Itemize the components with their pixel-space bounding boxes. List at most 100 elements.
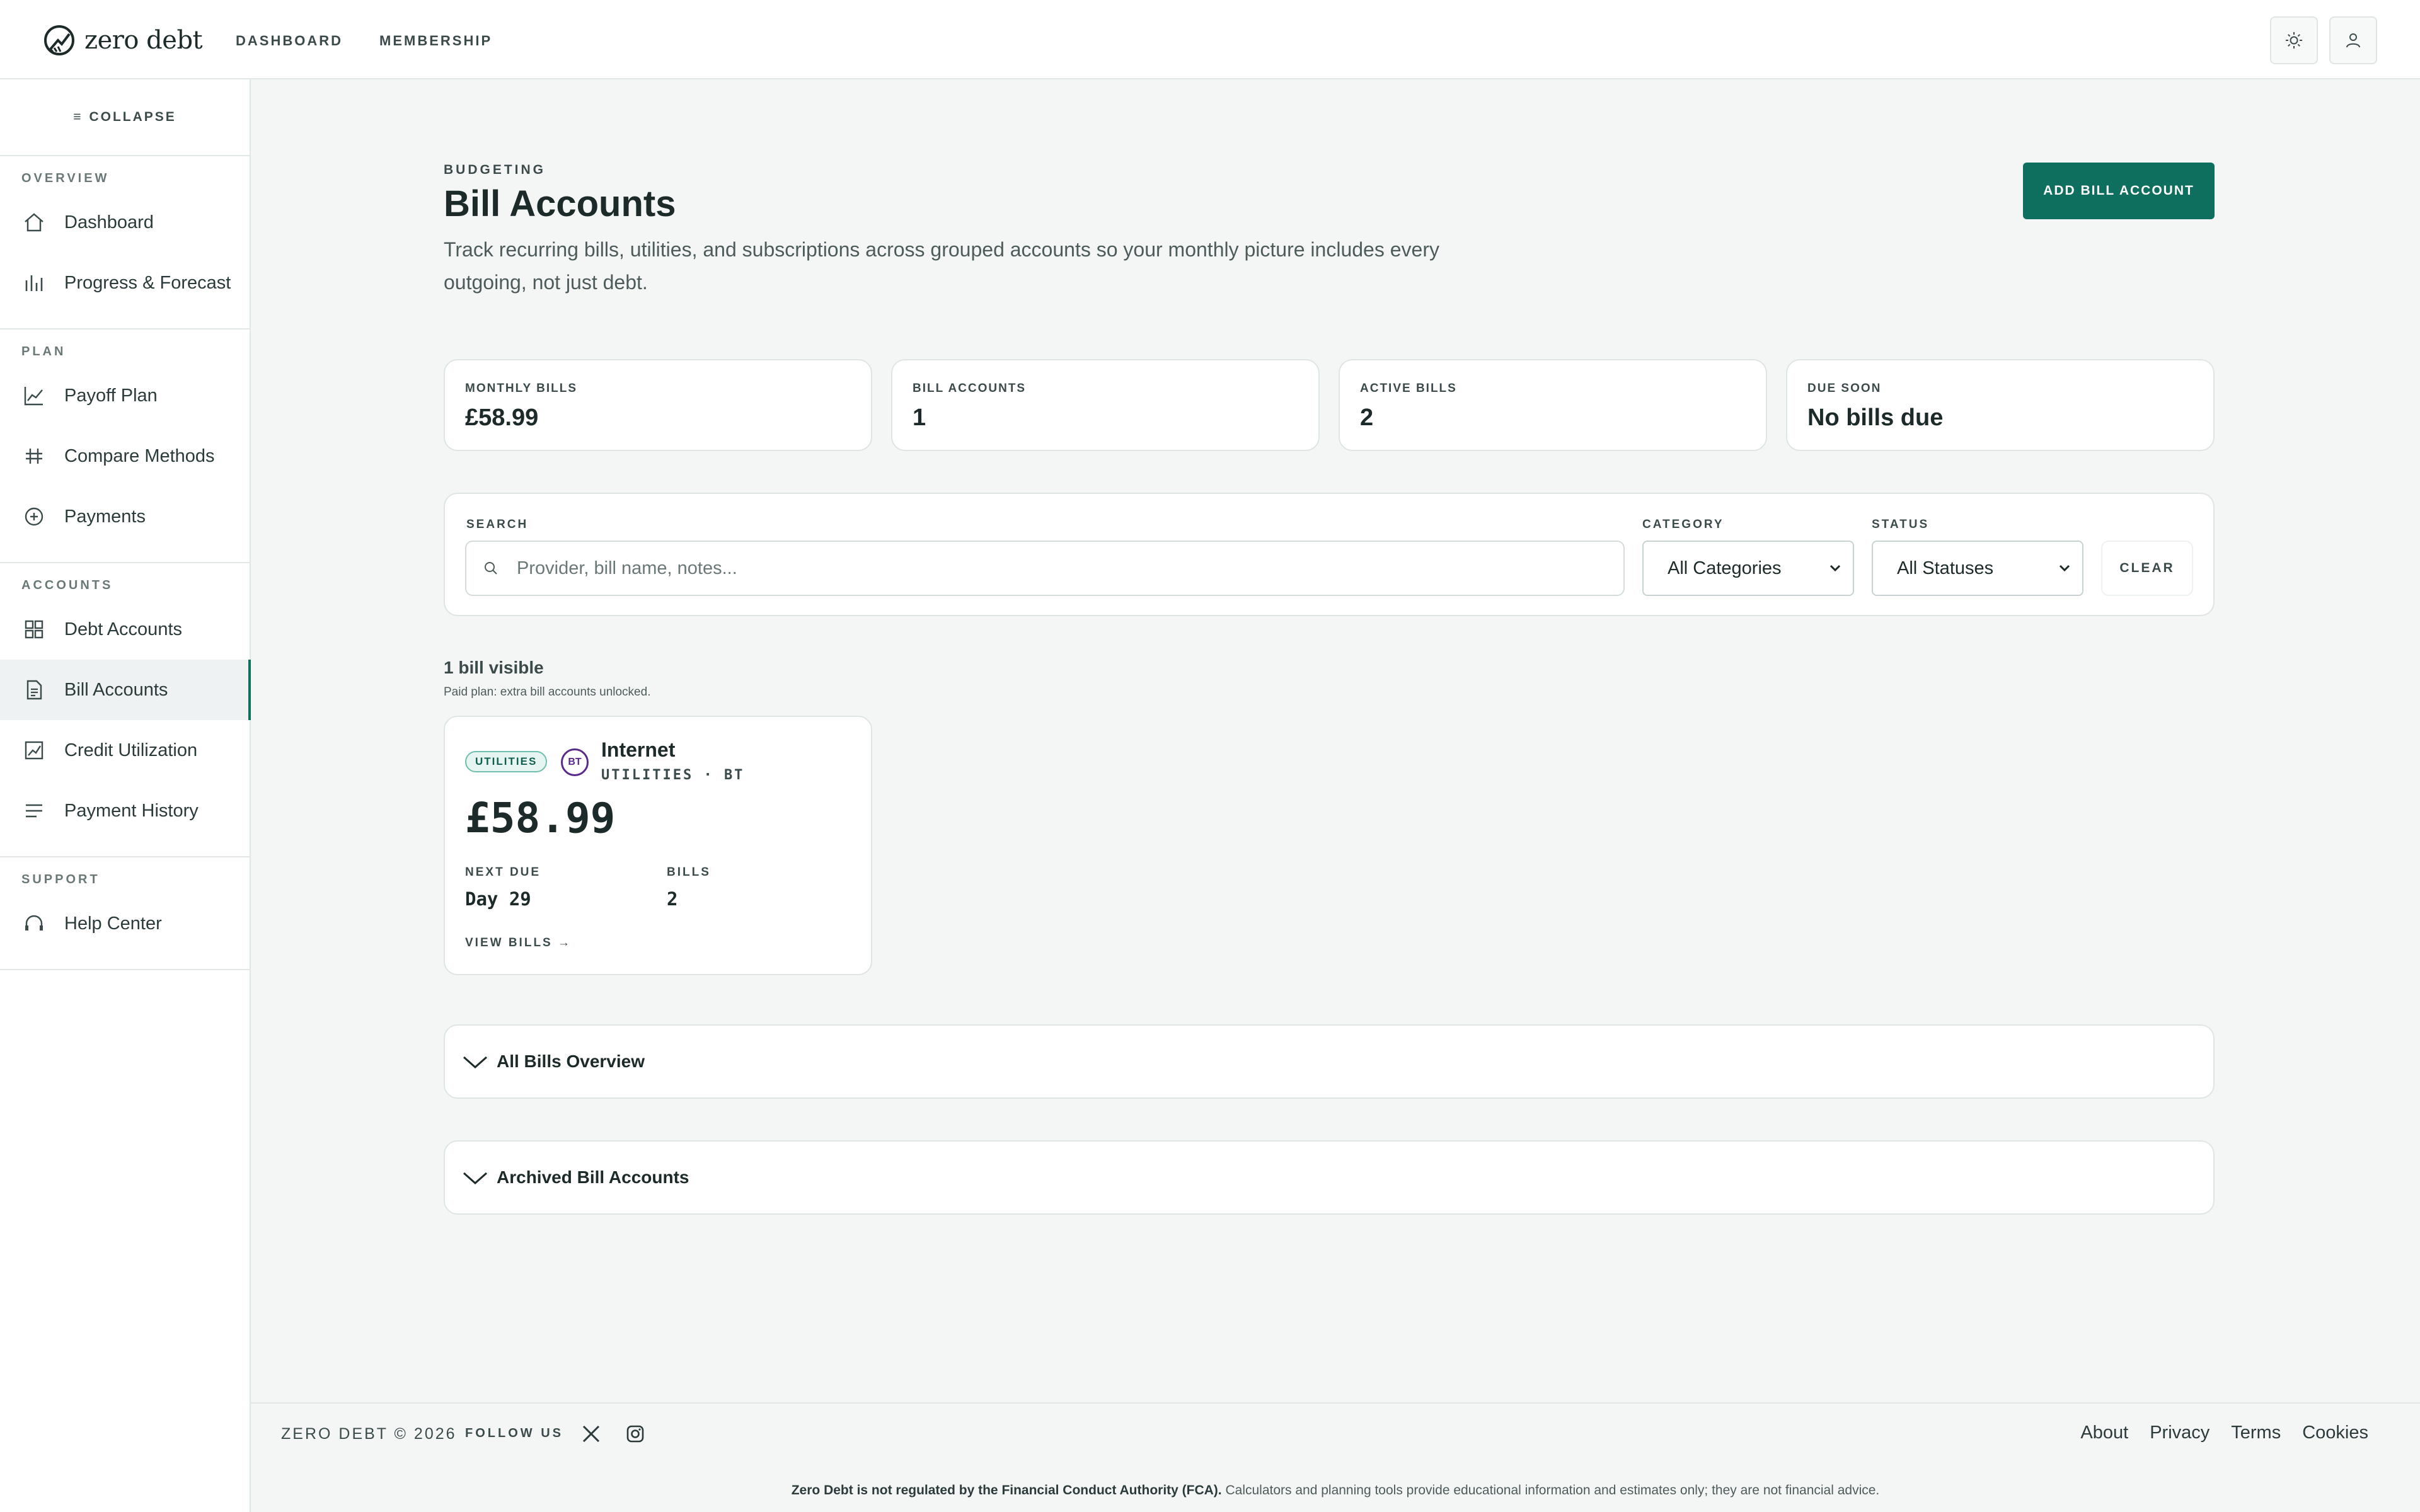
- sidebar-item-debt-accounts[interactable]: Debt Accounts: [0, 599, 250, 660]
- sidebar-group-label: OVERVIEW: [21, 171, 110, 185]
- sidebar-group-overview: OVERVIEW Dashboard Progress & Forecast: [0, 156, 250, 329]
- provider-logo-icon: BT: [561, 748, 589, 776]
- user-menu-button[interactable]: [2329, 16, 2377, 64]
- stat-label: BILL ACCOUNTS: [913, 382, 1027, 395]
- page-title: Bill Accounts: [444, 183, 676, 224]
- plan-note: Paid plan: extra bill accounts unlocked.: [444, 685, 651, 699]
- chevron-down-icon: [463, 1056, 487, 1069]
- sidebar-item-payments[interactable]: Payments: [0, 486, 250, 547]
- logo-mark-icon: [44, 25, 74, 55]
- stat-card-active-bills: ACTIVE BILLS 2: [1339, 359, 1767, 451]
- sidebar-item-label: Payoff Plan: [64, 385, 158, 406]
- stat-value: 2: [1360, 404, 1374, 431]
- clear-filters-button[interactable]: CLEAR: [2101, 541, 2193, 596]
- next-due-value: Day 29: [465, 888, 531, 910]
- plus-circle-icon: [25, 507, 43, 526]
- search-input[interactable]: [517, 558, 1588, 579]
- theme-toggle-button[interactable]: [2270, 16, 2318, 64]
- stat-card-due-soon: DUE SOON No bills due: [1786, 359, 2215, 451]
- footer-link-terms[interactable]: Terms: [2231, 1423, 2281, 1443]
- stat-label: DUE SOON: [1807, 382, 1882, 395]
- bar-chart-icon: [25, 275, 43, 291]
- search-field[interactable]: [465, 541, 1625, 596]
- status-label: STATUS: [1872, 518, 1930, 531]
- sidebar-group-accounts: ACCOUNTS Debt Accounts Bill Accounts Cre…: [0, 563, 251, 857]
- footer: ZERO DEBT © 2026 FOLLOW US About Privacy…: [251, 1402, 2420, 1512]
- footer-link-privacy[interactable]: Privacy: [2150, 1423, 2210, 1443]
- stat-value: £58.99: [465, 404, 539, 431]
- home-icon: [25, 213, 43, 232]
- brand-logo[interactable]: zero debt: [43, 23, 203, 58]
- view-bills-link[interactable]: VIEW BILLS →: [465, 936, 572, 950]
- sidebar-item-label: Debt Accounts: [64, 619, 182, 639]
- disclaimer-text: Calculators and planning tools provide e…: [1221, 1483, 1880, 1498]
- bill-account-card[interactable]: UTILITIES BT Internet UTILITIES · BT £58…: [444, 716, 872, 975]
- footer-link-cookies[interactable]: Cookies: [2302, 1423, 2368, 1443]
- chevron-down-icon: [463, 1172, 487, 1185]
- search-icon: [485, 562, 497, 575]
- footer-link-about[interactable]: About: [2080, 1423, 2128, 1443]
- category-selected-value: All Categories: [1668, 558, 1782, 578]
- sidebar-item-dashboard[interactable]: Dashboard: [0, 192, 250, 253]
- category-label: CATEGORY: [1642, 518, 1724, 531]
- sidebar-item-progress-forecast[interactable]: Progress & Forecast: [0, 253, 250, 313]
- category-select[interactable]: All Categories: [1642, 541, 1854, 596]
- sidebar-item-compare-methods[interactable]: Compare Methods: [0, 426, 250, 486]
- user-icon: [2346, 33, 2360, 48]
- page-description: Track recurring bills, utilities, and su…: [444, 238, 1439, 294]
- chevron-down-icon: [2059, 564, 2070, 572]
- page-eyebrow: BUDGETING: [444, 163, 546, 177]
- archived-bill-accounts-accordion[interactable]: Archived Bill Accounts: [444, 1140, 2215, 1215]
- filter-panel: SEARCH CATEGORY All Categories STATUS Al…: [444, 493, 2215, 616]
- sidebar-item-credit-utilization[interactable]: Credit Utilization: [0, 720, 250, 781]
- sidebar-group-label: SUPPORT: [21, 873, 100, 886]
- accordion-title: Archived Bill Accounts: [497, 1167, 689, 1187]
- sidebar-item-label: Payments: [64, 506, 146, 527]
- sidebar-item-label: Credit Utilization: [64, 740, 198, 760]
- stat-label: ACTIVE BILLS: [1360, 382, 1457, 395]
- sidebar: ≡ COLLAPSE OVERVIEW Dashboard Progress &…: [0, 79, 251, 1512]
- sidebar-group-label: ACCOUNTS: [21, 578, 113, 592]
- accordion-title: All Bills Overview: [497, 1051, 645, 1071]
- sidebar-item-label: Progress & Forecast: [64, 272, 231, 293]
- brand-name: zero debt: [84, 26, 203, 55]
- status-select[interactable]: All Statuses: [1872, 541, 2083, 596]
- footer-links: About Privacy Terms Cookies: [2080, 1423, 2368, 1443]
- bill-account-subtitle: UTILITIES · BT: [601, 767, 745, 783]
- x-icon[interactable]: [580, 1423, 602, 1445]
- sidebar-item-label: Help Center: [64, 913, 162, 934]
- chevron-down-icon: [1829, 564, 1841, 572]
- collapse-label: COLLAPSE: [89, 110, 176, 124]
- stat-value: No bills due: [1807, 404, 1944, 431]
- follow-us-label: FOLLOW US: [465, 1426, 563, 1440]
- sidebar-item-bill-accounts[interactable]: Bill Accounts: [0, 660, 251, 720]
- regulatory-disclaimer: Zero Debt is not regulated by the Financ…: [251, 1483, 2420, 1498]
- line-chart-icon: [24, 387, 43, 406]
- document-icon: [26, 680, 42, 700]
- instagram-icon[interactable]: [624, 1423, 647, 1445]
- results-count: 1 bill visible: [444, 658, 544, 677]
- topnav-membership[interactable]: MEMBERSHIP: [379, 33, 492, 49]
- stat-value: 1: [913, 404, 926, 431]
- search-label: SEARCH: [466, 518, 529, 531]
- next-due-label: NEXT DUE: [465, 866, 541, 879]
- add-bill-account-button[interactable]: ADD BILL ACCOUNT: [2023, 163, 2215, 219]
- disclaimer-bold: Zero Debt is not regulated by the Financ…: [791, 1483, 1222, 1498]
- bills-value: 2: [667, 888, 678, 910]
- menu-icon: ≡: [73, 110, 83, 124]
- headset-icon: [25, 915, 43, 931]
- sidebar-item-label: Compare Methods: [64, 445, 215, 466]
- all-bills-overview-accordion[interactable]: All Bills Overview: [444, 1024, 2215, 1099]
- footer-copyright: ZERO DEBT © 2026: [281, 1425, 457, 1443]
- bill-account-name: Internet: [601, 738, 676, 761]
- topnav-dashboard[interactable]: DASHBOARD: [236, 33, 343, 49]
- sidebar-item-help-center[interactable]: Help Center: [0, 893, 250, 954]
- sidebar-item-payment-history[interactable]: Payment History: [0, 781, 250, 841]
- stat-card-monthly-bills: MONTHLY BILLS £58.99: [444, 359, 872, 451]
- sidebar-group-label: PLAN: [21, 345, 66, 358]
- sun-icon: [2286, 32, 2302, 49]
- sidebar-item-label: Bill Accounts: [64, 679, 168, 700]
- sidebar-group-plan: PLAN Payoff Plan Compare Methods Payment…: [0, 329, 250, 563]
- collapse-button[interactable]: ≡ COLLAPSE: [0, 79, 250, 156]
- sidebar-item-payoff-plan[interactable]: Payoff Plan: [0, 365, 250, 426]
